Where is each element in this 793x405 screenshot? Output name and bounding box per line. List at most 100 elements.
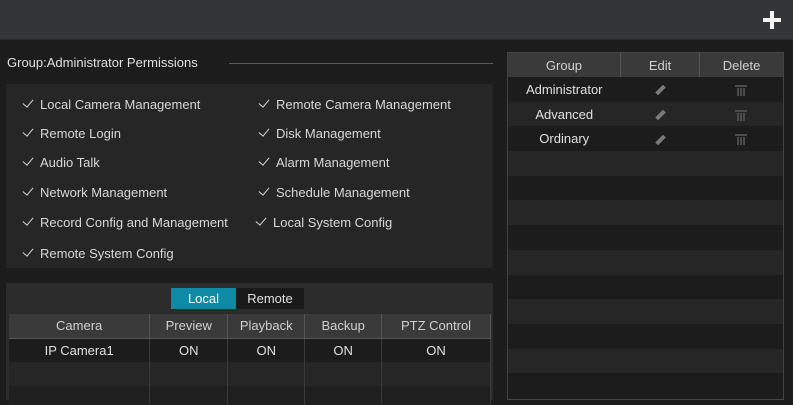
permission-item: Remote Login: [22, 124, 121, 144]
backup-cell[interactable]: ON: [304, 338, 383, 362]
delete-cell: [699, 101, 783, 127]
check-icon: [258, 154, 270, 166]
permission-label: Audio Talk: [40, 155, 100, 170]
column-header: Backup: [304, 314, 383, 339]
permission-item: Local Camera Management: [22, 95, 201, 115]
ptz-control-cell[interactable]: ON: [381, 338, 491, 362]
permission-item: Local System Config: [255, 213, 393, 233]
trash-icon[interactable]: [735, 109, 748, 121]
top-toolbar: [0, 0, 793, 40]
permission-item: Remote System Config: [22, 244, 174, 264]
permission-item: Audio Talk: [22, 153, 100, 173]
edit-cell: [620, 77, 700, 102]
permissions-title: Group:Administrator Permissions: [7, 55, 198, 70]
table-row: [508, 175, 783, 201]
edit-cell: [620, 101, 700, 127]
trash-icon[interactable]: [735, 84, 748, 96]
table-row: [508, 249, 783, 275]
permission-item: Remote Camera Management: [258, 95, 451, 115]
empty-cell: [149, 362, 229, 386]
trash-icon[interactable]: [735, 134, 748, 146]
column-header: Group: [508, 53, 621, 77]
check-icon: [22, 245, 34, 257]
check-icon: [22, 125, 34, 137]
permission-label: Remote Login: [40, 126, 121, 141]
table-row[interactable]: Administrator: [508, 77, 783, 102]
permission-label: Schedule Management: [276, 185, 410, 200]
permission-label: Record Config and Management: [40, 215, 228, 230]
permission-item: Disk Management: [258, 124, 381, 144]
empty-cell: [9, 386, 151, 405]
check-icon: [258, 125, 270, 137]
empty-cell: [227, 362, 306, 386]
column-header: Playback: [227, 314, 306, 339]
column-header: PTZ Control: [381, 314, 491, 339]
tab-local[interactable]: Local: [171, 288, 236, 309]
empty-cell: [9, 362, 151, 386]
delete-cell: [699, 77, 783, 102]
table-row: [508, 348, 783, 374]
check-icon: [258, 184, 270, 196]
column-header: Preview: [149, 314, 229, 339]
table-row[interactable]: IP Camera1 ON ON ON ON: [9, 338, 491, 362]
permission-label: Network Management: [40, 185, 168, 200]
delete-cell: [699, 126, 783, 152]
empty-cell: [381, 362, 491, 386]
check-icon: [255, 214, 267, 226]
table-row: [9, 362, 491, 386]
empty-cell: [227, 386, 306, 405]
table-row: [508, 274, 783, 300]
table-header-row: Camera Preview Playback Backup PTZ Contr…: [9, 314, 491, 339]
pencil-icon[interactable]: [654, 85, 666, 96]
pencil-icon[interactable]: [654, 109, 666, 121]
title-divider: [229, 63, 493, 64]
permission-label: Local System Config: [273, 215, 393, 230]
group-table: Group Edit Delete Administrator Advanced…: [508, 53, 783, 398]
camera-tabs: Local Remote: [171, 288, 304, 309]
table-row: [508, 225, 783, 250]
table-row: [9, 386, 491, 405]
edit-cell: [620, 126, 700, 152]
camera-permissions-table: Camera Preview Playback Backup PTZ Contr…: [9, 314, 491, 405]
empty-cell: [149, 386, 229, 405]
empty-cell: [304, 386, 383, 405]
table-row: [508, 299, 783, 324]
column-header: Edit: [620, 53, 701, 77]
table-row: [508, 151, 783, 176]
permission-item: Network Management: [22, 183, 168, 203]
empty-cell: [381, 386, 491, 405]
permission-label: Remote System Config: [40, 246, 174, 261]
column-header: Delete: [699, 53, 783, 77]
permissions-list: Local Camera Management Remote Camera Ma…: [6, 84, 493, 268]
permission-item: Schedule Management: [258, 183, 410, 203]
permission-label: Remote Camera Management: [276, 97, 451, 112]
empty-cell: [304, 362, 383, 386]
column-header: Camera: [9, 314, 151, 339]
playback-cell[interactable]: ON: [227, 338, 306, 362]
group-list-panel: Group Edit Delete Administrator Advanced…: [507, 52, 784, 400]
group-name-cell: Ordinary: [508, 126, 621, 152]
group-name-cell: Administrator: [508, 77, 621, 102]
check-icon: [22, 184, 34, 196]
tab-remote[interactable]: Remote: [236, 288, 304, 309]
pencil-icon[interactable]: [654, 134, 666, 146]
check-icon: [22, 96, 34, 108]
check-icon: [258, 96, 270, 108]
permission-item: Record Config and Management: [22, 213, 228, 233]
table-row: [508, 323, 783, 349]
plus-icon[interactable]: [761, 9, 783, 31]
table-row[interactable]: Advanced: [508, 101, 783, 127]
permission-label: Local Camera Management: [40, 97, 201, 112]
table-row: [508, 373, 783, 398]
preview-cell[interactable]: ON: [149, 338, 229, 362]
table-header-row: Group Edit Delete: [508, 53, 783, 77]
check-icon: [22, 154, 34, 166]
group-name-cell: Advanced: [508, 101, 621, 127]
permission-item: Alarm Management: [258, 153, 390, 173]
permission-label: Disk Management: [276, 126, 381, 141]
camera-name-cell: IP Camera1: [9, 338, 151, 362]
table-row[interactable]: Ordinary: [508, 126, 783, 152]
table-row: [508, 200, 783, 226]
permission-label: Alarm Management: [276, 155, 390, 170]
check-icon: [22, 214, 34, 226]
